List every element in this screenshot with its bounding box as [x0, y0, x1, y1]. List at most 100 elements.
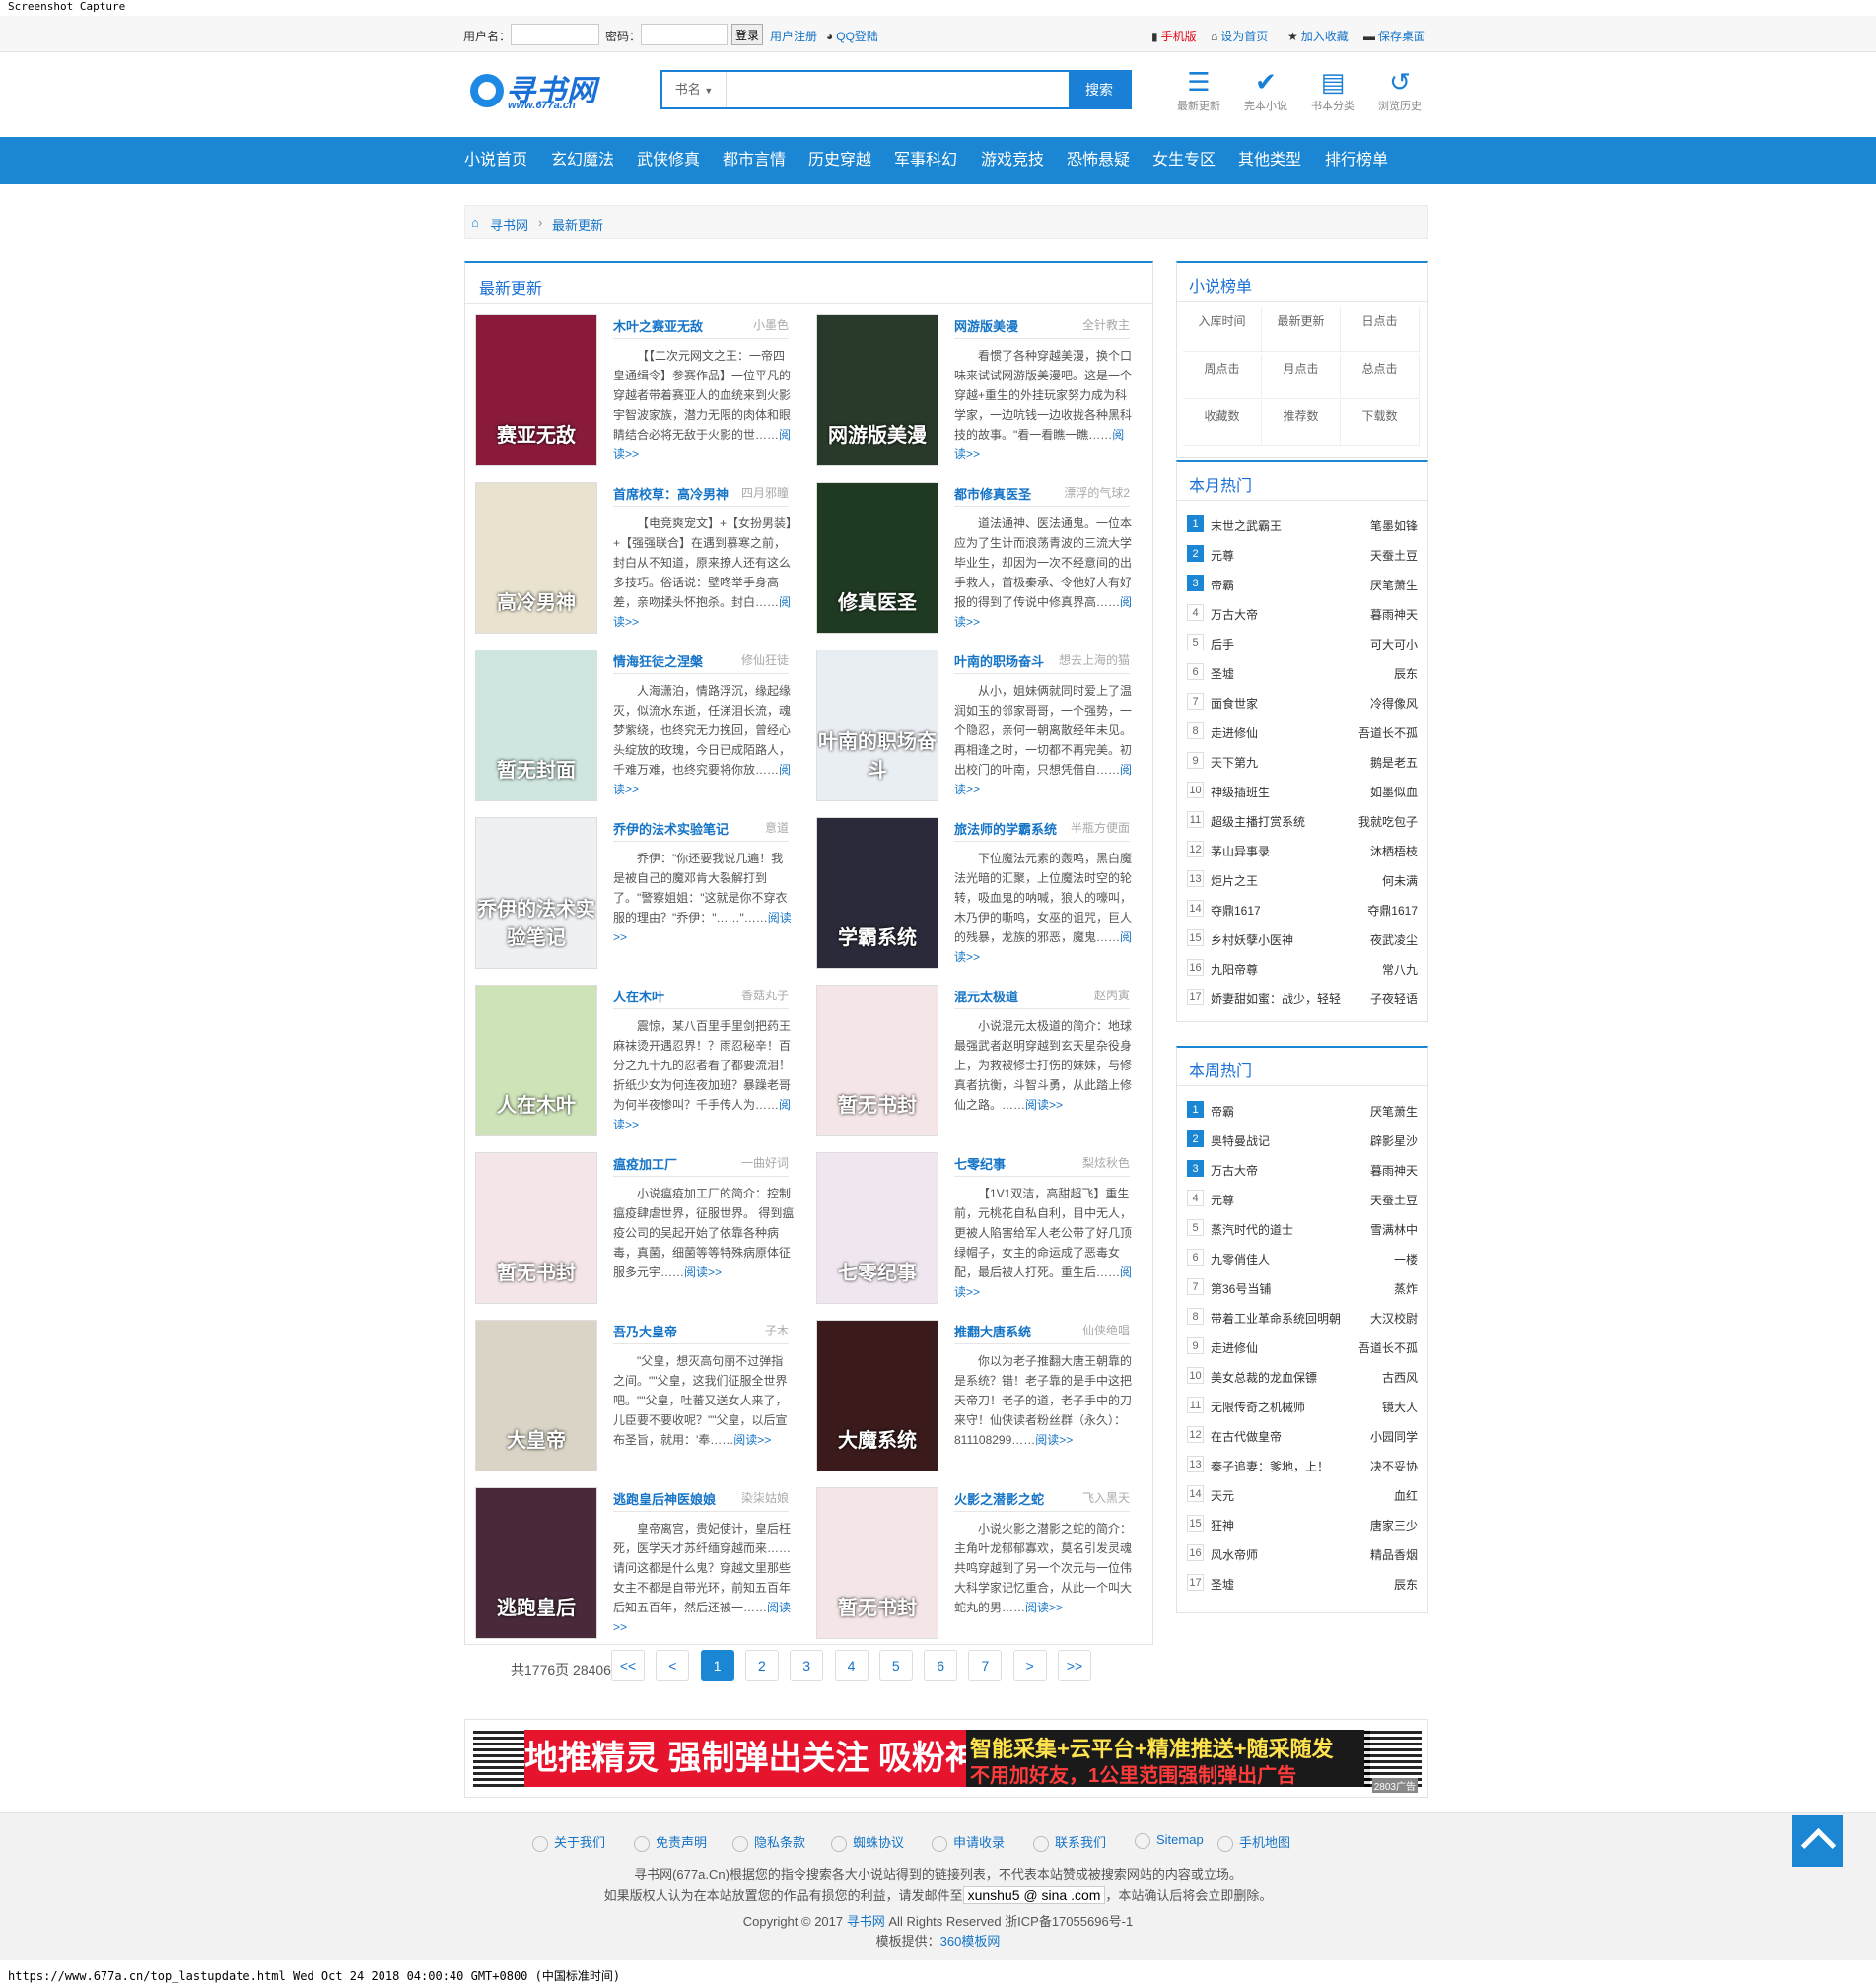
site-logo[interactable]: 寻书网 www.677a.cn: [470, 64, 608, 115]
footer-link[interactable]: 隐私条款: [732, 1832, 805, 1852]
rank-book-link[interactable]: 炬片之王: [1211, 872, 1258, 889]
book-cover[interactable]: 学霸系统: [816, 817, 938, 969]
nav-item-lishi[interactable]: 历史穿越: [808, 137, 871, 184]
rank-book-link[interactable]: 元尊: [1211, 547, 1234, 564]
book-cover[interactable]: 大皇帝: [475, 1320, 597, 1471]
footer-link[interactable]: 免责声明: [634, 1832, 707, 1852]
nav-item-qita[interactable]: 其他类型: [1238, 137, 1301, 184]
footer-link[interactable]: 蜘蛛协议: [831, 1832, 904, 1852]
book-cover[interactable]: 高冷男神: [475, 482, 597, 634]
header-nav-categories[interactable]: ▤ 书本分类: [1303, 66, 1362, 113]
page-button[interactable]: 5: [878, 1650, 913, 1681]
rank-tab[interactable]: 推荐数: [1262, 401, 1341, 446]
rank-tab[interactable]: 周点击: [1183, 354, 1262, 399]
rank-book-link[interactable]: 元尊: [1211, 1192, 1234, 1208]
book-title-link[interactable]: 人在木叶: [613, 987, 664, 1005]
rank-book-link[interactable]: 夺鼎1617: [1211, 902, 1261, 919]
qq-login-link[interactable]: ◕ QQ登陆: [826, 28, 878, 44]
footer-link[interactable]: 联系我们: [1033, 1832, 1106, 1852]
nav-item-dushi[interactable]: 都市言情: [723, 137, 786, 184]
nav-item-kongbu[interactable]: 恐怖悬疑: [1067, 137, 1130, 184]
book-title-link[interactable]: 首席校草：高冷男神: [613, 484, 729, 503]
rank-book-link[interactable]: 走进修仙: [1211, 724, 1258, 741]
page-button[interactable]: >: [1012, 1650, 1047, 1681]
book-cover[interactable]: 七零纪事: [816, 1152, 938, 1304]
header-nav-history[interactable]: ↺ 浏览历史: [1370, 66, 1429, 113]
page-button[interactable]: 6: [924, 1650, 958, 1681]
rank-book-link[interactable]: 天下第九: [1211, 754, 1258, 771]
rank-book-link[interactable]: 娇妻甜如蜜：战少，轻轻: [1211, 991, 1341, 1007]
page-button[interactable]: 2: [744, 1650, 779, 1681]
nav-item-nvsheng[interactable]: 女生专区: [1152, 137, 1216, 184]
template-link[interactable]: 360模板网: [940, 1934, 1001, 1949]
nav-item-wuxia[interactable]: 武侠修真: [637, 137, 700, 184]
search-category-select[interactable]: 书名 ▼: [662, 72, 727, 107]
book-title-link[interactable]: 都市修真医圣: [954, 484, 1031, 503]
book-cover[interactable]: 人在木叶: [475, 985, 597, 1136]
rank-book-link[interactable]: 后手: [1211, 636, 1234, 652]
book-title-link[interactable]: 逃跑皇后神医娘娘: [613, 1489, 716, 1508]
book-title-link[interactable]: 情海狂徒之涅槃: [613, 651, 703, 670]
book-cover[interactable]: 赛亚无敌: [475, 314, 597, 466]
book-cover[interactable]: 叶南的职场奋斗: [816, 650, 938, 801]
nav-item-paihang[interactable]: 排行榜单: [1325, 137, 1388, 184]
book-cover[interactable]: 暂无书封: [816, 1487, 938, 1639]
rank-book-link[interactable]: 秦子追妻：爹地，上！: [1211, 1458, 1329, 1474]
rank-book-link[interactable]: 圣墟: [1211, 1576, 1234, 1593]
rank-tab[interactable]: 最新更新: [1262, 307, 1341, 352]
rank-book-link[interactable]: 圣墟: [1211, 665, 1234, 682]
rank-tab[interactable]: 入库时间: [1183, 307, 1262, 352]
book-title-link[interactable]: 火影之潜影之蛇: [954, 1489, 1044, 1508]
rank-book-link[interactable]: 奥特曼战记: [1211, 1132, 1270, 1149]
book-cover[interactable]: 逃跑皇后: [475, 1487, 597, 1639]
rank-book-link[interactable]: 九阳帝尊: [1211, 961, 1258, 978]
nav-item-home[interactable]: 小说首页: [464, 137, 527, 184]
book-title-link[interactable]: 木叶之赛亚无敌: [613, 316, 703, 335]
login-button[interactable]: 登录: [731, 24, 763, 45]
rank-book-link[interactable]: 末世之武霸王: [1211, 517, 1282, 534]
book-cover[interactable]: 乔伊的法术实验笔记: [475, 817, 597, 969]
rank-tab[interactable]: 总点击: [1341, 354, 1420, 399]
search-button[interactable]: 搜索: [1069, 72, 1130, 107]
read-more-link[interactable]: 阅读>>: [1025, 1098, 1063, 1112]
book-cover[interactable]: 网游版美漫: [816, 314, 938, 466]
copyright-site-link[interactable]: 寻书网: [847, 1914, 885, 1929]
rank-book-link[interactable]: 第36号当铺: [1211, 1280, 1271, 1297]
page-button[interactable]: 3: [790, 1650, 824, 1681]
add-favorite-link[interactable]: ★ 加入收藏: [1287, 28, 1349, 44]
ad-banner[interactable]: 地推精灵 强制弹出关注 吸粉神器 智能采集+云平台+精准推送+随采随发 不用加好…: [464, 1719, 1428, 1798]
read-more-link[interactable]: 阅读>>: [684, 1266, 722, 1279]
rank-book-link[interactable]: 蒸汽时代的道士: [1211, 1221, 1293, 1238]
book-title-link[interactable]: 七零纪事: [954, 1154, 1006, 1173]
rank-book-link[interactable]: 帝霸: [1211, 1103, 1234, 1120]
rank-book-link[interactable]: 九零俏佳人: [1211, 1251, 1270, 1267]
search-input[interactable]: [728, 72, 1039, 107]
breadcrumb-current[interactable]: 最新更新: [552, 215, 603, 234]
nav-item-junshi[interactable]: 军事科幻: [894, 137, 957, 184]
rank-book-link[interactable]: 美女总裁的龙血保镖: [1211, 1369, 1317, 1386]
page-button[interactable]: <<: [611, 1650, 645, 1681]
rank-book-link[interactable]: 乡村妖孽小医神: [1211, 931, 1293, 948]
rank-book-link[interactable]: 茅山异事录: [1211, 843, 1270, 859]
set-homepage-link[interactable]: ⌂ 设为首页: [1211, 28, 1268, 44]
register-link[interactable]: 用户注册: [770, 28, 817, 44]
book-title-link[interactable]: 乔伊的法术实验笔记: [613, 819, 729, 838]
save-desktop-link[interactable]: ▬ 保存桌面: [1363, 28, 1425, 44]
page-button[interactable]: 4: [834, 1650, 869, 1681]
read-more-link[interactable]: 阅读>>: [1035, 1433, 1073, 1447]
read-more-link[interactable]: 阅读>>: [1025, 1601, 1063, 1614]
mobile-link[interactable]: ▮ 手机版: [1151, 28, 1197, 44]
footer-link[interactable]: Sitemap: [1135, 1832, 1204, 1849]
book-cover[interactable]: 暂无封面: [475, 650, 597, 801]
page-button[interactable]: >>: [1058, 1650, 1091, 1681]
book-title-link[interactable]: 瘟疫加工厂: [613, 1154, 677, 1173]
read-more-link[interactable]: 阅读>>: [733, 1433, 771, 1447]
rank-book-link[interactable]: 无限传奇之机械师: [1211, 1399, 1305, 1415]
rank-tab[interactable]: 收藏数: [1183, 401, 1262, 446]
page-button[interactable]: 7: [968, 1650, 1003, 1681]
breadcrumb-home[interactable]: 寻书网: [490, 215, 528, 234]
footer-link[interactable]: 手机地图: [1217, 1832, 1290, 1852]
book-title-link[interactable]: 推翻大唐系统: [954, 1322, 1031, 1340]
rank-book-link[interactable]: 万古大帝: [1211, 606, 1258, 623]
rank-book-link[interactable]: 万古大帝: [1211, 1162, 1258, 1179]
